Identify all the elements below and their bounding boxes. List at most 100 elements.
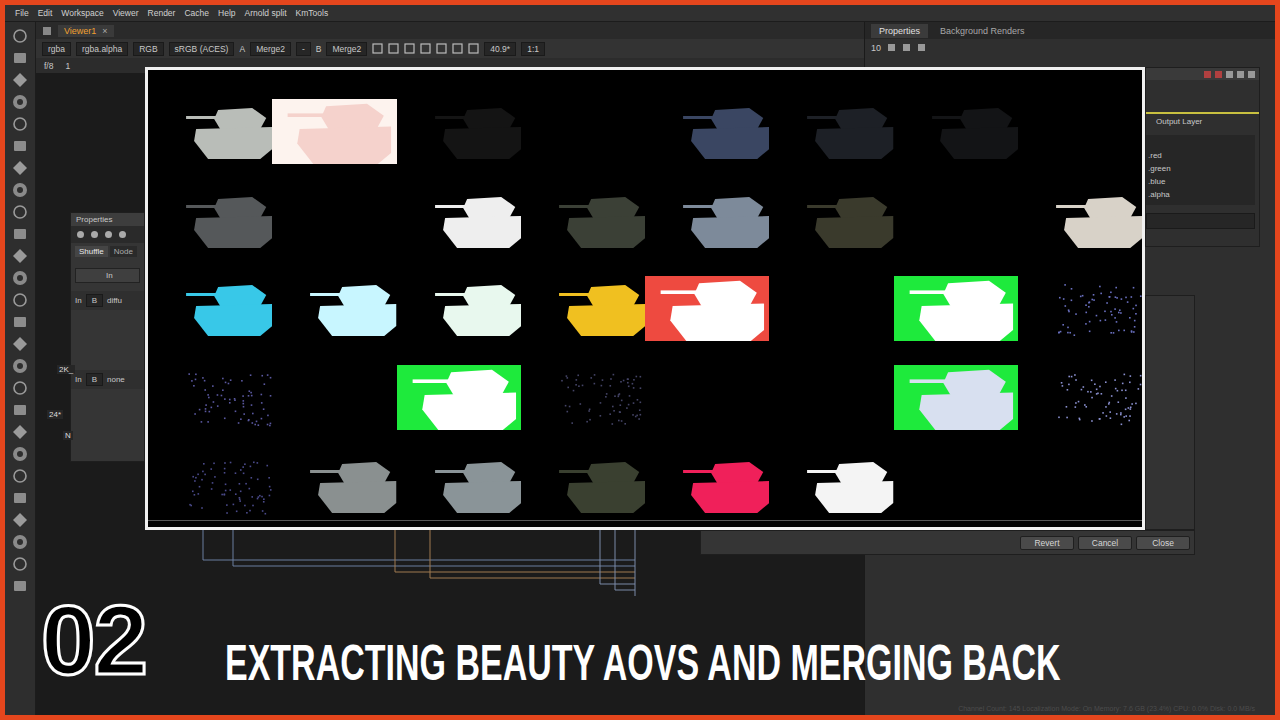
node-tool-icon[interactable] [12, 424, 28, 440]
render-tile[interactable] [397, 188, 521, 253]
panel-control-icon[interactable] [1248, 71, 1255, 78]
properties-tool-icon[interactable] [917, 43, 926, 52]
render-tile[interactable] [894, 453, 1018, 518]
render-tile[interactable] [769, 453, 893, 518]
render-tile[interactable] [272, 188, 396, 253]
render-tile[interactable] [148, 99, 272, 164]
render-tile[interactable] [894, 99, 1018, 164]
menu-item[interactable]: KmTools [296, 8, 329, 18]
menu-item[interactable]: Edit [38, 8, 53, 18]
render-tile[interactable] [1018, 188, 1142, 253]
render-tile[interactable] [148, 276, 272, 341]
viewer-tool-icon[interactable] [372, 43, 383, 54]
render-tile[interactable] [521, 188, 645, 253]
node-control-icon[interactable] [118, 230, 127, 239]
render-tile[interactable] [1018, 453, 1142, 518]
properties-tool-icon[interactable] [887, 43, 896, 52]
render-tile[interactable] [272, 276, 396, 341]
render-tile[interactable] [645, 453, 769, 518]
viewer-tool-icon[interactable] [388, 43, 399, 54]
layer-value[interactable]: none [107, 375, 125, 384]
render-tile[interactable] [894, 188, 1018, 253]
node-control-icon[interactable] [90, 230, 99, 239]
render-tile[interactable] [645, 99, 769, 164]
render-tile[interactable] [521, 276, 645, 341]
node-tool-icon[interactable] [12, 270, 28, 286]
zoom-field[interactable]: 40.9* [484, 42, 516, 56]
render-tile[interactable] [645, 188, 769, 253]
node-tool-icon[interactable] [12, 336, 28, 352]
render-tile[interactable] [645, 365, 769, 430]
render-tile[interactable] [645, 276, 769, 341]
render-tile[interactable] [521, 99, 645, 164]
menu-item[interactable]: Viewer [113, 8, 139, 18]
panel-control-icon[interactable] [1204, 71, 1211, 78]
render-tile[interactable] [521, 453, 645, 518]
node-tool-icon[interactable] [12, 72, 28, 88]
cancel-button[interactable]: Cancel [1078, 536, 1132, 550]
render-tile[interactable] [397, 276, 521, 341]
channel-item[interactable]: .blue [1148, 175, 1255, 188]
node-tool-icon[interactable] [12, 314, 28, 330]
b-input-dropdown[interactable]: Merge2 [326, 42, 367, 56]
menu-item[interactable]: Workspace [61, 8, 103, 18]
node-tool-icon[interactable] [12, 490, 28, 506]
node-control-icon[interactable] [76, 230, 85, 239]
a-input-dropdown[interactable]: Merge2 [250, 42, 291, 56]
properties-tool-icon[interactable] [902, 43, 911, 52]
ratio-dropdown[interactable]: 1:1 [521, 42, 545, 56]
node-tool-icon[interactable] [12, 248, 28, 264]
lut-dropdown[interactable]: sRGB (ACES) [169, 42, 235, 56]
node-tool-icon[interactable] [12, 358, 28, 374]
render-tile[interactable] [769, 188, 893, 253]
layer-value[interactable]: diffu [107, 296, 122, 305]
render-tile[interactable] [148, 365, 272, 430]
revert-button[interactable]: Revert [1020, 536, 1074, 550]
menu-item[interactable]: Render [148, 8, 176, 18]
menu-item[interactable]: Cache [184, 8, 209, 18]
node-tool-icon[interactable] [12, 138, 28, 154]
render-tile[interactable] [894, 276, 1018, 341]
compare-op-dropdown[interactable]: - [296, 42, 311, 56]
render-tile[interactable] [1018, 99, 1142, 164]
node-tool-icon[interactable] [12, 534, 28, 550]
properties-tab[interactable]: Shuffle [75, 246, 108, 257]
frame-field[interactable]: 1 [65, 61, 70, 71]
panel-control-icon[interactable] [1215, 71, 1222, 78]
menu-item[interactable]: File [15, 8, 29, 18]
viewer-tool-icon[interactable] [452, 43, 463, 54]
panel-tab[interactable]: Background Renders [932, 24, 1033, 38]
channel-item[interactable]: .red [1148, 149, 1255, 162]
layer-dropdown[interactable] [1146, 213, 1255, 229]
node-tool-icon[interactable] [12, 226, 28, 242]
viewer-tab-close[interactable]: × [102, 26, 107, 36]
render-tile[interactable] [272, 365, 396, 430]
node-tool-icon[interactable] [12, 468, 28, 484]
fstop-field[interactable]: f/8 [44, 61, 53, 71]
alpha-dropdown[interactable]: rgba.alpha [76, 42, 128, 56]
render-tile[interactable] [1018, 365, 1142, 430]
render-tile[interactable] [769, 99, 893, 164]
properties-tab[interactable]: Node [110, 246, 137, 257]
node-control-icon[interactable] [104, 230, 113, 239]
node-tool-icon[interactable] [12, 204, 28, 220]
render-tile[interactable] [397, 365, 521, 430]
node-tool-icon[interactable] [12, 94, 28, 110]
render-tile[interactable] [397, 453, 521, 518]
render-tile[interactable] [148, 453, 272, 518]
viewer-tool-icon[interactable] [404, 43, 415, 54]
render-tile[interactable] [769, 365, 893, 430]
node-tool-icon[interactable] [12, 402, 28, 418]
viewer-tool-icon[interactable] [468, 43, 479, 54]
render-tile[interactable] [521, 365, 645, 430]
node-tool-icon[interactable] [12, 512, 28, 528]
channel-item[interactable]: .green [1148, 162, 1255, 175]
render-tile[interactable] [272, 99, 396, 164]
node-tool-icon[interactable] [12, 446, 28, 462]
viewer-tool-icon[interactable] [436, 43, 447, 54]
node-tool-icon[interactable] [12, 160, 28, 176]
panel-tab[interactable]: Properties [871, 24, 928, 38]
node-tool-icon[interactable] [12, 578, 28, 594]
viewer-tab[interactable]: Viewer1× [58, 25, 114, 37]
input-dropdown[interactable]: B [86, 373, 103, 386]
